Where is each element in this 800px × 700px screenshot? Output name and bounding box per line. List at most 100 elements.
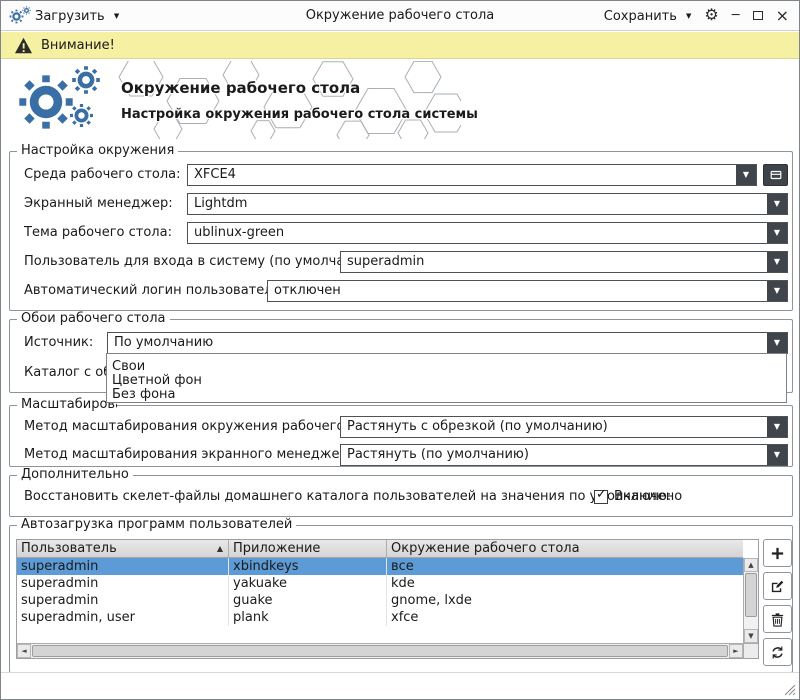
label-desktop-environment: Среда рабочего стола: — [24, 164, 181, 186]
scroll-down-button[interactable]: ▼ — [744, 629, 758, 643]
save-menu-button[interactable]: Сохранить ▼ — [604, 1, 692, 31]
dm-scaling-combobox[interactable]: Растянуть (по умолчанию) ▼ — [340, 444, 788, 466]
table-row[interactable]: superadmin guake gnome, lxde — [17, 592, 743, 609]
trash-icon — [770, 612, 785, 627]
combo-dropdown-button[interactable]: ▼ — [767, 194, 787, 214]
group-title: Дополнительно — [17, 467, 133, 483]
column-header-application[interactable]: Приложение — [229, 540, 387, 557]
titlebar-right-controls: Сохранить ▼ ⚙ ─ × — [604, 1, 789, 31]
close-button[interactable]: × — [776, 1, 789, 31]
desktop-theme-combobox[interactable]: ublinux-green ▼ — [187, 222, 788, 244]
settings-gear-button[interactable]: ⚙ — [704, 1, 718, 31]
minimize-button[interactable]: ─ — [732, 1, 740, 31]
auto-login-combobox[interactable]: отключен ▼ — [267, 280, 788, 302]
chevron-down-icon: ▼ — [767, 281, 787, 301]
load-menu-label: Загрузить — [35, 9, 105, 24]
combo-value: отключен — [274, 281, 765, 301]
label-desktop-theme: Тема рабочего стола: — [24, 222, 172, 244]
cell-environment: xfce — [387, 609, 743, 626]
column-header-label: Пользователь — [21, 541, 117, 556]
vertical-scrollbar-handle[interactable] — [745, 573, 757, 617]
table-row[interactable]: superadmin xbindkeys все — [17, 558, 743, 575]
edit-entry-button[interactable] — [763, 572, 792, 600]
label-desktop-scaling-method: Метод масштабирования окружения рабочего… — [24, 416, 392, 438]
desktop-scaling-combobox[interactable]: Растянуть с обрезкой (по умолчанию) ▼ — [340, 416, 788, 438]
chevron-down-icon: ▼ — [114, 12, 119, 20]
table-row[interactable]: superadmin yakuake kde — [17, 575, 743, 592]
label-auto-login: Автоматический логин пользователя: — [24, 280, 285, 302]
default-login-user-combobox[interactable]: superadmin ▼ — [340, 251, 788, 273]
drive-icon — [769, 168, 783, 182]
cell-environment: gnome, lxde — [387, 592, 743, 609]
wallpaper-source-dropdown-popup: Свои Цветной фон Без фона — [106, 353, 787, 403]
cell-application: yakuake — [229, 575, 387, 592]
combo-dropdown-button[interactable]: ▼ — [767, 281, 787, 301]
maximize-button[interactable] — [753, 1, 763, 31]
scroll-up-button[interactable]: ▲ — [744, 558, 758, 572]
app-logo-gears-icon — [9, 6, 31, 26]
chevron-down-icon: ▼ — [767, 333, 787, 353]
dropdown-option[interactable]: Свои — [107, 360, 786, 374]
pencil-icon — [770, 579, 785, 594]
display-manager-combobox[interactable]: Lightdm ▼ — [187, 193, 788, 215]
cell-application: plank — [229, 609, 387, 626]
wallpaper-source-combobox[interactable]: По умолчанию ▼ — [107, 332, 788, 354]
table-row[interactable]: superadmin, user plank xfce — [17, 609, 743, 626]
warning-text: Внимание! — [41, 32, 115, 59]
delete-entry-button[interactable] — [763, 605, 792, 633]
group-title: Автозагрузка программ пользователей — [17, 517, 296, 533]
label-wallpaper-source: Источник: — [24, 332, 93, 354]
table-header: Пользователь ▲ Приложение Окружение рабо… — [17, 540, 743, 558]
hexagon-pattern — [113, 61, 461, 139]
arrow-down-icon: ▼ — [745, 630, 757, 642]
scroll-left-button[interactable]: ◄ — [17, 644, 31, 658]
combo-dropdown-button[interactable]: ▼ — [767, 445, 787, 465]
cell-application: xbindkeys — [229, 558, 387, 575]
status-bar — [1, 672, 799, 699]
load-menu-button[interactable]: Загрузить ▼ — [35, 1, 119, 31]
restore-skeleton-checkbox[interactable]: ✓ — [594, 490, 608, 504]
header-gears-logo-icon — [15, 63, 111, 135]
horizontal-scrollbar[interactable]: ◄ ► — [17, 643, 743, 658]
resize-grip[interactable] — [784, 684, 796, 696]
column-header-environment[interactable]: Окружение рабочего стола — [387, 540, 743, 557]
checkmark-icon: ✓ — [596, 488, 607, 502]
environment-list-button[interactable] — [763, 164, 788, 186]
dropdown-option[interactable]: Без фона — [107, 388, 786, 402]
cell-user: superadmin — [17, 592, 229, 609]
add-entry-button[interactable] — [763, 539, 792, 567]
column-header-user[interactable]: Пользователь ▲ — [17, 540, 229, 557]
scroll-right-button[interactable]: ► — [729, 644, 743, 658]
label-dm-scaling-method: Метод масштабирования экранного менеджер… — [24, 444, 360, 466]
arrow-up-icon: ▲ — [745, 559, 757, 571]
chevron-down-icon: ▼ — [767, 223, 787, 243]
cell-application: guake — [229, 592, 387, 609]
refresh-button[interactable] — [763, 638, 792, 666]
desktop-environment-combobox[interactable]: XFCE4 ▼ — [187, 164, 757, 186]
vertical-scrollbar[interactable]: ▲ ▼ — [743, 558, 758, 643]
cell-environment: все — [387, 558, 743, 575]
combo-dropdown-button[interactable]: ▼ — [767, 223, 787, 243]
app-window: Загрузить ▼ Окружение рабочего стола Сох… — [0, 0, 800, 700]
group-scaling: Масштабирование Метод масштабирования ок… — [9, 405, 793, 467]
group-additional: Дополнительно Восстановить скелет-файлы … — [9, 475, 793, 517]
dropdown-option[interactable]: Цветной фон — [107, 374, 786, 388]
combo-dropdown-button[interactable]: ▼ — [767, 333, 787, 353]
plus-icon — [770, 546, 785, 561]
combo-value: XFCE4 — [194, 165, 734, 185]
sort-ascending-icon: ▲ — [217, 540, 223, 557]
label-restore-skeleton: Восстановить скелет-файлы домашнего ката… — [24, 486, 671, 508]
horizontal-scrollbar-handle[interactable] — [32, 645, 728, 657]
combo-dropdown-button[interactable]: ▼ — [767, 252, 787, 272]
maximize-icon — [753, 11, 763, 20]
chevron-down-icon: ▼ — [767, 417, 787, 437]
cell-user: superadmin — [17, 575, 229, 592]
combo-value: По умолчанию — [114, 333, 765, 353]
combo-dropdown-button[interactable]: ▼ — [767, 417, 787, 437]
combo-dropdown-button[interactable]: ▼ — [736, 165, 756, 185]
group-title: Настройка окружения — [17, 143, 178, 159]
combo-value: Lightdm — [194, 194, 765, 214]
chevron-down-icon: ▼ — [767, 194, 787, 214]
combo-value: Растянуть (по умолчанию) — [347, 445, 765, 465]
window-title: Окружение рабочего стола — [151, 1, 649, 31]
